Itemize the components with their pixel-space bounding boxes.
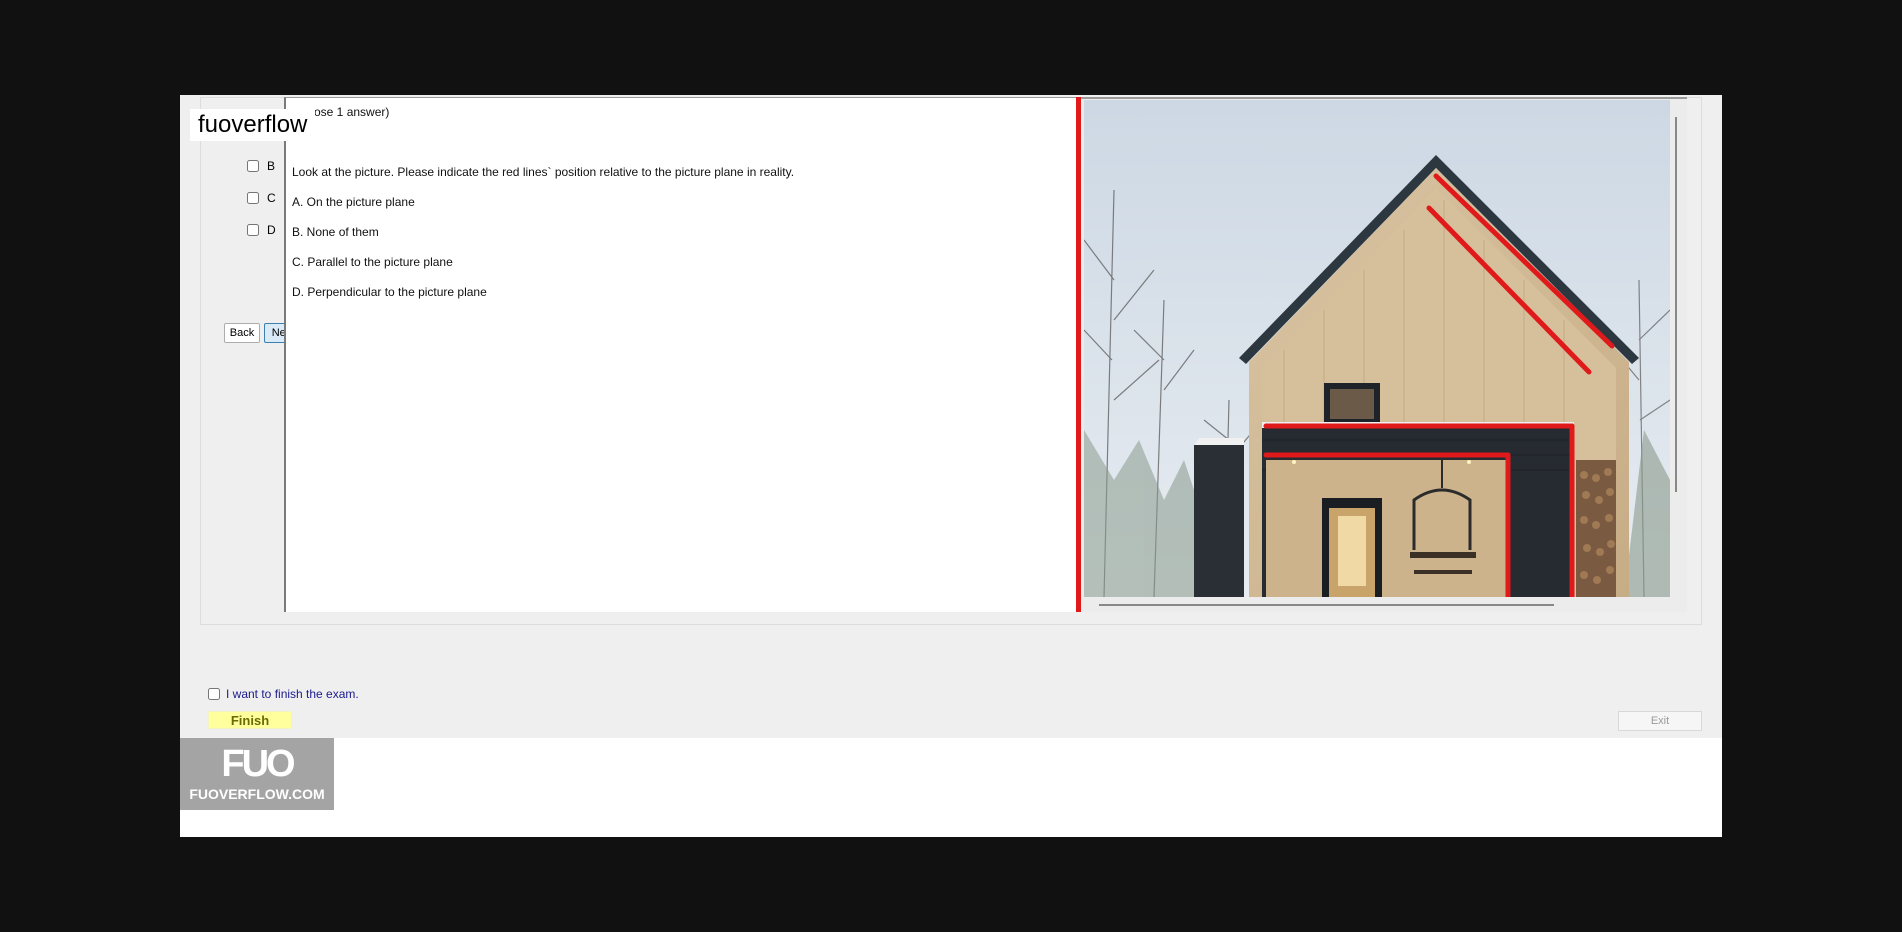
finish-confirm-checkbox[interactable] <box>208 688 220 700</box>
choice-a: A. On the picture plane <box>292 195 415 209</box>
answer-label-b: B <box>267 159 276 173</box>
exam-window: fuoverflow A B C D Back Next ose 1 answe… <box>180 95 1722 837</box>
house-picture <box>1084 100 1670 597</box>
question-header: ose 1 answer) <box>314 105 390 119</box>
answer-label-d: D <box>267 223 276 237</box>
fuoverflow-logo: FUO FUOVERFLOW.COM <box>180 738 334 810</box>
answer-checkbox-b[interactable] <box>247 160 259 172</box>
back-button[interactable]: Back <box>224 323 260 343</box>
question-area: ose 1 answer) Look at the picture. Pleas… <box>284 97 1080 612</box>
answer-option-c[interactable]: C <box>247 191 276 205</box>
horizontal-scrollbar[interactable] <box>1099 604 1554 606</box>
logo-mark: FUO <box>221 743 295 785</box>
finish-confirm-row[interactable]: I want to finish the exam. <box>208 687 359 701</box>
choice-d: D. Perpendicular to the picture plane <box>292 285 487 299</box>
watermark-label: fuoverflow <box>190 109 316 141</box>
logo-text: FUOVERFLOW.COM <box>189 786 325 802</box>
image-panel <box>1081 97 1687 612</box>
bottom-area <box>180 738 1722 837</box>
finish-button[interactable]: Finish <box>208 711 292 729</box>
answer-panel: A B C D Back Next <box>200 97 302 612</box>
answer-option-d[interactable]: D <box>247 223 276 237</box>
finish-confirm-label: I want to finish the exam. <box>226 687 359 701</box>
choice-c: C. Parallel to the picture plane <box>292 255 453 269</box>
answer-label-c: C <box>267 191 276 205</box>
exit-button[interactable]: Exit <box>1618 711 1702 731</box>
choice-b: B. None of them <box>292 225 379 239</box>
answer-option-b[interactable]: B <box>247 159 275 173</box>
question-prompt: Look at the picture. Please indicate the… <box>292 165 795 179</box>
answer-checkbox-c[interactable] <box>247 192 259 204</box>
answer-checkbox-d[interactable] <box>247 224 259 236</box>
vertical-scrollbar[interactable] <box>1675 117 1677 492</box>
